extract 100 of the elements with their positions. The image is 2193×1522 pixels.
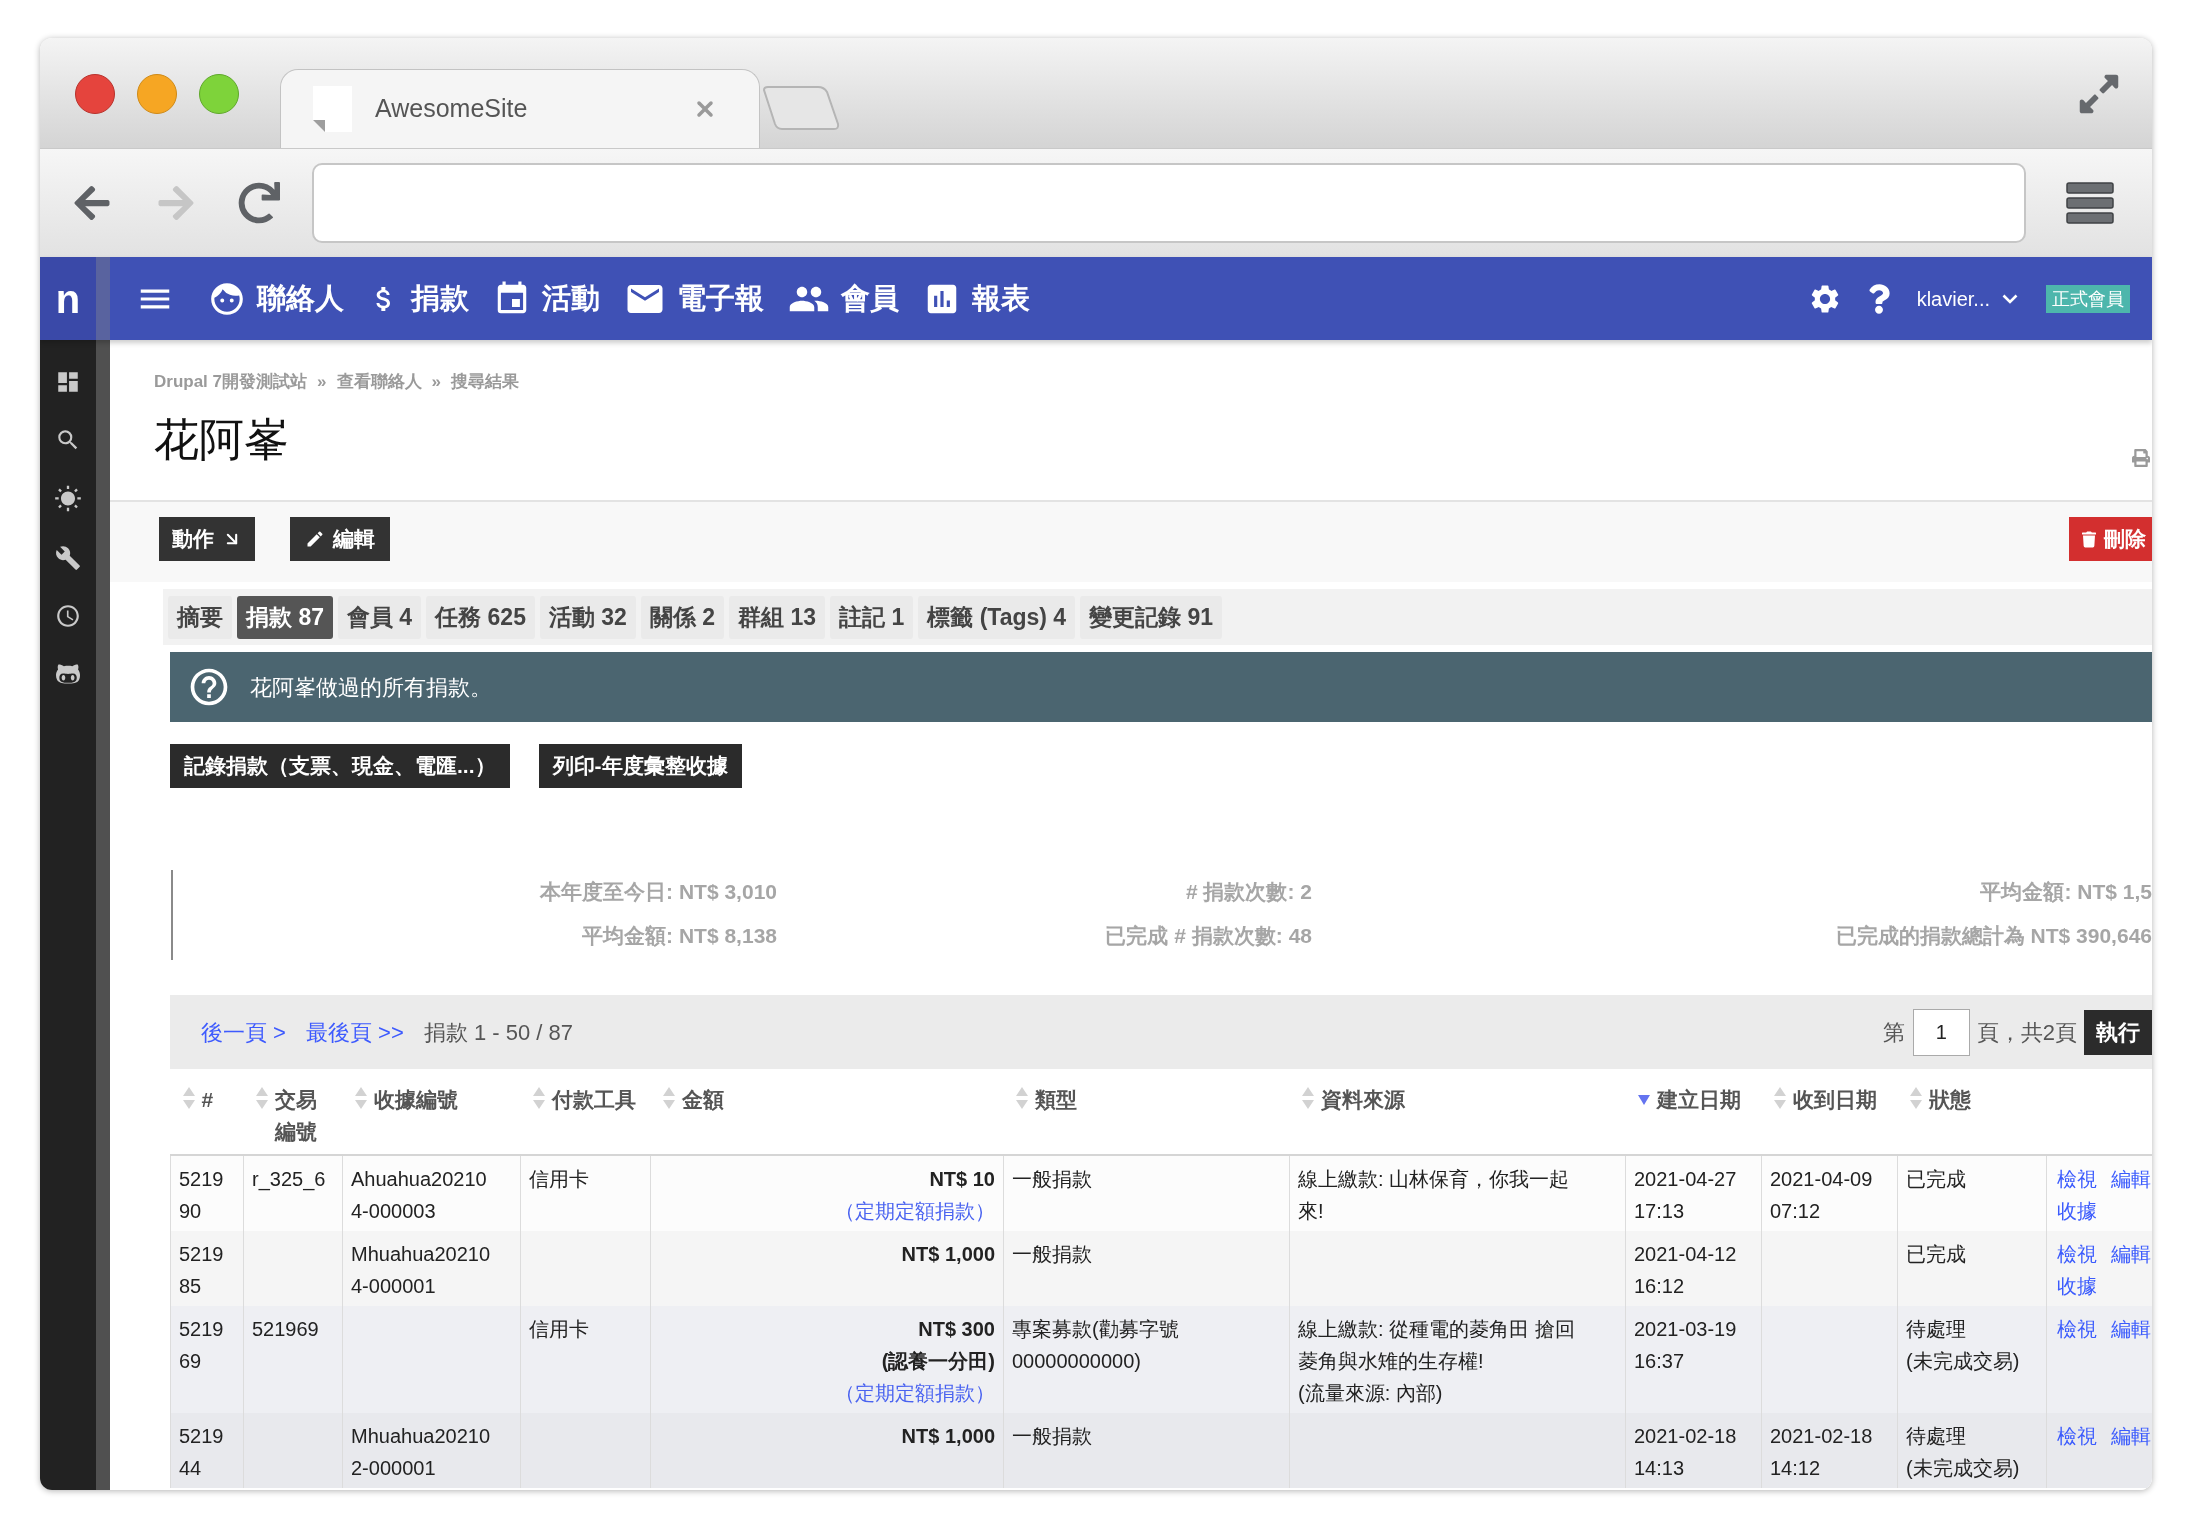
logo[interactable]: n bbox=[40, 257, 110, 340]
column-header[interactable]: 建立日期 bbox=[1656, 1084, 1741, 1116]
help-icon[interactable] bbox=[1867, 283, 1890, 314]
table-cell-text: Ahuahua202104-000003 bbox=[351, 1167, 488, 1224]
browser-tab[interactable]: AwesomeSite bbox=[280, 69, 760, 148]
chevron-down-icon bbox=[2002, 293, 2018, 304]
wrench-icon[interactable] bbox=[55, 545, 81, 571]
cat-icon[interactable] bbox=[56, 661, 80, 687]
stat-text: # 捐款次數: 2 bbox=[1185, 879, 1312, 905]
actions-button[interactable]: 動作 bbox=[159, 517, 255, 561]
nav-menu-item[interactable]: 報表 bbox=[923, 276, 1030, 321]
stat-text: 已完成的捐款總計為 NT$ 390,646 bbox=[1835, 923, 2152, 949]
recurring-link[interactable]: （定期定額捐款） bbox=[835, 1377, 995, 1409]
status-note-text: (未完成交易) bbox=[1906, 1349, 2020, 1374]
sort-icon[interactable] bbox=[1909, 1087, 1922, 1109]
column-header[interactable]: # bbox=[201, 1084, 214, 1116]
sort-icon[interactable] bbox=[354, 1087, 367, 1109]
menu-icon[interactable] bbox=[2066, 182, 2114, 224]
nav-menu-item[interactable]: 電子報 bbox=[624, 276, 764, 321]
row-action-link[interactable]: 收據 bbox=[2057, 1195, 2097, 1227]
sun-icon[interactable] bbox=[54, 485, 82, 513]
row-action-link[interactable]: 檢視 bbox=[2057, 1238, 2097, 1270]
tab[interactable]: 群組 13 bbox=[729, 595, 826, 639]
column-header[interactable]: 狀態 bbox=[1928, 1084, 1971, 1116]
row-action-link[interactable]: 編輯 bbox=[2111, 1420, 2151, 1452]
reload-icon[interactable] bbox=[238, 182, 280, 224]
sort-icon[interactable] bbox=[532, 1087, 545, 1109]
sort-descending-icon[interactable] bbox=[1637, 1095, 1650, 1105]
sort-icon[interactable] bbox=[255, 1087, 268, 1109]
amount-text: NT$ 10 bbox=[929, 1167, 995, 1192]
tab[interactable]: 活動 32 bbox=[539, 595, 636, 639]
window-minimize-button[interactable] bbox=[137, 74, 177, 114]
expand-icon[interactable] bbox=[2077, 72, 2121, 116]
row-action-link[interactable]: 檢視 bbox=[2057, 1313, 2097, 1345]
row-action-link[interactable]: 檢視 bbox=[2057, 1420, 2097, 1452]
amount-text: NT$ 1,000 bbox=[901, 1424, 995, 1449]
column-header[interactable]: 交易編號 bbox=[274, 1084, 331, 1148]
pager-link[interactable]: 後一頁 > bbox=[201, 1015, 286, 1049]
edit-button[interactable]: 編輯 bbox=[290, 517, 390, 561]
tab[interactable]: 變更記錄 91 bbox=[1080, 595, 1223, 639]
go-button[interactable]: 執行 bbox=[2084, 1009, 2152, 1055]
sort-icon[interactable] bbox=[1301, 1087, 1314, 1109]
pager-link[interactable]: 最後頁 >> bbox=[305, 1015, 404, 1049]
source-note-text: (流量來源: 內部) bbox=[1298, 1381, 1443, 1406]
trash-icon bbox=[2082, 530, 2096, 548]
page-title: 花阿峯 bbox=[154, 413, 289, 467]
address-field[interactable] bbox=[312, 163, 2026, 243]
sort-icon[interactable] bbox=[662, 1087, 675, 1109]
tab[interactable]: 捐款 87 bbox=[237, 595, 333, 639]
column-header[interactable]: 類型 bbox=[1034, 1084, 1077, 1116]
status-text: 已完成 bbox=[1906, 1242, 1966, 1267]
window-close-button[interactable] bbox=[75, 74, 115, 114]
table-cell-text: 521944 bbox=[179, 1424, 225, 1481]
sort-icon[interactable] bbox=[1015, 1087, 1028, 1109]
user-menu[interactable]: klavier... bbox=[1916, 283, 2018, 314]
column-header[interactable]: 收到日期 bbox=[1792, 1084, 1877, 1116]
table-cell-text: 521985 bbox=[179, 1242, 225, 1299]
status-text: 已完成 bbox=[1906, 1167, 1966, 1192]
delete-button[interactable]: 刪除 bbox=[2069, 517, 2152, 561]
nav-menu-item[interactable]: 會員 bbox=[788, 276, 899, 321]
row-action-link[interactable]: 編輯 bbox=[2111, 1163, 2151, 1195]
breadcrumb-separator: » bbox=[431, 371, 441, 393]
action-button[interactable]: 記錄捐款（支票、現金、電匯...） bbox=[170, 744, 510, 788]
printer-icon[interactable] bbox=[2132, 448, 2150, 468]
table-cell-text: Mhuahua202104-000001 bbox=[351, 1242, 491, 1299]
row-action-link[interactable]: 編輯 bbox=[2111, 1238, 2151, 1270]
status-text: 待處理 bbox=[1906, 1317, 1966, 1342]
tab[interactable]: 註記 1 bbox=[830, 595, 914, 639]
nav-menu-item[interactable]: 活動 bbox=[493, 276, 600, 321]
nav-menu-item[interactable]: 捐款 bbox=[368, 276, 469, 321]
tab[interactable]: 摘要 bbox=[168, 595, 232, 639]
pager-summary: 捐款 1 - 50 / 87 bbox=[423, 1018, 573, 1047]
table-cell: r_325_6 bbox=[252, 1168, 326, 1190]
amount-text: NT$ 300 bbox=[918, 1317, 995, 1342]
table-cell: 521969 bbox=[252, 1318, 319, 1340]
tab[interactable]: 會員 4 bbox=[338, 595, 422, 639]
dashboard-icon[interactable] bbox=[55, 369, 81, 395]
membership-badge: 正式會員 bbox=[2046, 284, 2130, 313]
sort-icon[interactable] bbox=[182, 1087, 195, 1109]
action-button[interactable]: 列印-年度彙整收據 bbox=[538, 744, 742, 788]
window-zoom-button[interactable] bbox=[199, 74, 239, 114]
column-header[interactable]: 金額 bbox=[681, 1084, 724, 1116]
new-tab-icon[interactable] bbox=[762, 86, 840, 130]
tab[interactable]: 任務 625 bbox=[426, 595, 535, 639]
column-header[interactable]: 付款工具 bbox=[551, 1084, 636, 1116]
source-text: 線上繳款: 山林保育，你我一起來! bbox=[1298, 1167, 1571, 1224]
clock-icon[interactable] bbox=[55, 603, 81, 629]
sort-icon[interactable] bbox=[1773, 1087, 1786, 1109]
recurring-link[interactable]: （定期定額捐款） bbox=[835, 1195, 995, 1227]
row-action-link[interactable]: 編輯 bbox=[2111, 1313, 2151, 1345]
nav-menu-item[interactable]: 聯絡人 bbox=[208, 276, 344, 321]
column-header[interactable]: 收據編號 bbox=[373, 1084, 458, 1116]
row-action-link[interactable]: 收據 bbox=[2057, 1270, 2097, 1302]
column-header[interactable]: 資料來源 bbox=[1320, 1084, 1405, 1116]
page-total: 頁，共2頁 bbox=[1976, 1018, 2077, 1047]
tab[interactable]: 關係 2 bbox=[640, 595, 725, 639]
tab[interactable]: 標籤 (Tags) 4 bbox=[918, 595, 1076, 639]
page-field[interactable]: 1 bbox=[1912, 1008, 1970, 1056]
amount-note-text: (認養一分田) bbox=[881, 1349, 995, 1374]
row-action-link[interactable]: 檢視 bbox=[2057, 1163, 2097, 1195]
